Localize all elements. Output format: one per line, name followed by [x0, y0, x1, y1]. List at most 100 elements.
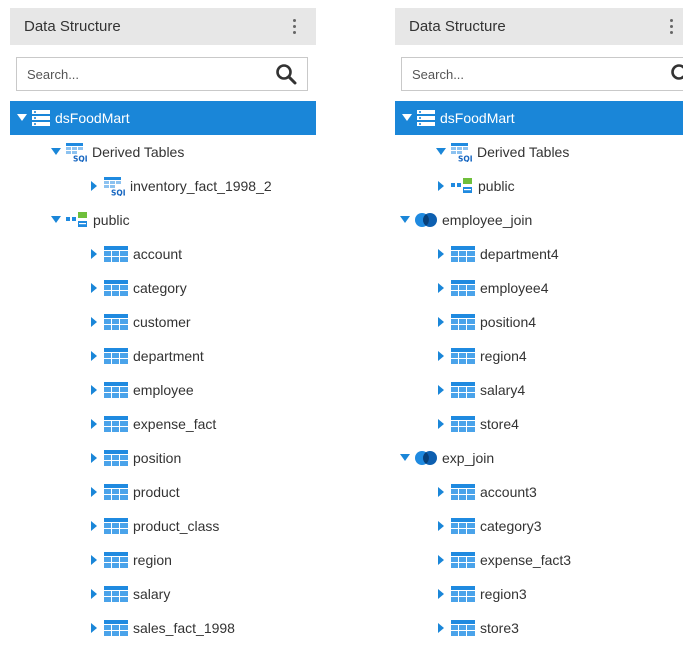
expand-right-caret-icon[interactable] — [88, 316, 100, 328]
expand-right-caret-icon[interactable] — [435, 486, 447, 498]
database-icon — [417, 110, 435, 126]
expand-right-caret-icon[interactable] — [88, 554, 100, 566]
tree-node-table[interactable]: employee4 — [395, 271, 683, 305]
tree-item-label: employee4 — [480, 280, 549, 296]
expand-right-caret-icon[interactable] — [88, 486, 100, 498]
svg-text:SQL: SQL — [111, 188, 125, 196]
tree-node-table[interactable]: department4 — [395, 237, 683, 271]
tree-node-table[interactable]: region — [10, 543, 316, 577]
expand-right-caret-icon[interactable] — [88, 350, 100, 362]
tree-node-table[interactable]: product_class — [10, 509, 316, 543]
expand-down-caret-icon[interactable] — [435, 146, 447, 158]
table-icon — [104, 484, 128, 500]
tree-node-table[interactable]: expense_fact3 — [395, 543, 683, 577]
tree-node-sql-table[interactable]: SQL inventory_fact_1998_2 — [10, 169, 316, 203]
search-box — [16, 57, 308, 91]
more-options-icon[interactable] — [665, 17, 677, 37]
tree-item-label: dsFoodMart — [55, 110, 130, 126]
tree-node-schema[interactable]: public — [395, 169, 683, 203]
tree-node-join[interactable]: exp_join — [395, 441, 683, 475]
panel-header: Data Structure — [10, 8, 316, 45]
expand-right-caret-icon[interactable] — [88, 452, 100, 464]
expand-right-caret-icon[interactable] — [435, 622, 447, 634]
tree-node-table[interactable]: employee — [10, 373, 316, 407]
tree-item-label: region3 — [480, 586, 527, 602]
tree-node-table[interactable]: account — [10, 237, 316, 271]
data-tree: dsFoodMart SQL Derived Tables SQL inventory_… — [10, 101, 316, 645]
expand-down-caret-icon[interactable] — [399, 214, 411, 226]
tree-item-label: region — [133, 552, 172, 568]
expand-right-caret-icon[interactable] — [435, 180, 447, 192]
expand-right-caret-icon[interactable] — [435, 520, 447, 532]
search-input[interactable] — [17, 58, 275, 90]
tree-node-table[interactable]: region4 — [395, 339, 683, 373]
tree-node-table[interactable]: product — [10, 475, 316, 509]
tree-node-table[interactable]: department — [10, 339, 316, 373]
tree-item-label: store3 — [480, 620, 519, 636]
expand-right-caret-icon[interactable] — [88, 248, 100, 260]
data-structure-panel-right: Data Structure dsFoodMart SQL Derived Tabl… — [395, 8, 683, 654]
table-icon — [104, 518, 128, 534]
search-icon[interactable] — [670, 63, 683, 85]
tree-item-label: position4 — [480, 314, 537, 330]
tree-node-derived-tables[interactable]: SQL Derived Tables — [395, 135, 683, 169]
tree-item-label: account3 — [480, 484, 537, 500]
tree-node-table[interactable]: category3 — [395, 509, 683, 543]
expand-right-caret-icon[interactable] — [435, 350, 447, 362]
expand-right-caret-icon[interactable] — [88, 418, 100, 430]
table-icon — [104, 416, 128, 432]
sql-table-icon: SQL — [104, 176, 125, 196]
tree-node-table[interactable]: sales_fact_1998 — [10, 611, 316, 645]
table-icon — [451, 416, 475, 432]
expand-down-caret-icon[interactable] — [50, 146, 62, 158]
expand-down-caret-icon[interactable] — [50, 214, 62, 226]
tree-item-label: position — [133, 450, 182, 466]
tree-node-table[interactable]: store3 — [395, 611, 683, 645]
expand-right-caret-icon[interactable] — [435, 384, 447, 396]
expand-down-caret-icon[interactable] — [401, 112, 413, 124]
tree-node-table[interactable]: salary4 — [395, 373, 683, 407]
tree-item-label: inventory_fact_1998_2 — [130, 178, 272, 194]
tree-node-table[interactable]: category — [10, 271, 316, 305]
tree-node-join[interactable]: employee_join — [395, 203, 683, 237]
tree-node-derived-tables[interactable]: SQL Derived Tables — [10, 135, 316, 169]
tree-node-schema[interactable]: public — [10, 203, 316, 237]
tree-item-label: account — [133, 246, 183, 262]
tree-node-table[interactable]: store4 — [395, 407, 683, 441]
expand-right-caret-icon[interactable] — [435, 554, 447, 566]
tree-item-label: department — [133, 348, 204, 364]
sql-table-icon: SQL — [451, 142, 472, 162]
expand-right-caret-icon[interactable] — [88, 622, 100, 634]
tree-item-label: salary4 — [480, 382, 526, 398]
expand-right-caret-icon[interactable] — [88, 180, 100, 192]
tree-item-label: store4 — [480, 416, 519, 432]
tree-item-label: employee_join — [442, 212, 533, 228]
tree-item-label: expense_fact3 — [480, 552, 572, 568]
data-structure-panel-left: Data Structure dsFoodMart SQL Derived Tabl… — [10, 8, 316, 654]
schema-icon — [66, 212, 88, 228]
more-options-icon[interactable] — [288, 17, 300, 37]
tree-node-table[interactable]: salary — [10, 577, 316, 611]
expand-right-caret-icon[interactable] — [88, 588, 100, 600]
search-input[interactable] — [402, 58, 670, 90]
tree-node-table[interactable]: region3 — [395, 577, 683, 611]
expand-right-caret-icon[interactable] — [88, 282, 100, 294]
tree-node-datasource[interactable]: dsFoodMart — [10, 101, 316, 135]
expand-right-caret-icon[interactable] — [435, 316, 447, 328]
tree-node-table[interactable]: position — [10, 441, 316, 475]
tree-node-table[interactable]: customer — [10, 305, 316, 339]
expand-down-caret-icon[interactable] — [399, 452, 411, 464]
tree-item-label: Derived Tables — [92, 144, 185, 160]
search-icon[interactable] — [275, 63, 297, 85]
tree-node-table[interactable]: expense_fact — [10, 407, 316, 441]
tree-node-datasource[interactable]: dsFoodMart — [395, 101, 683, 135]
expand-right-caret-icon[interactable] — [88, 520, 100, 532]
expand-right-caret-icon[interactable] — [435, 418, 447, 430]
expand-right-caret-icon[interactable] — [435, 248, 447, 260]
tree-node-table[interactable]: account3 — [395, 475, 683, 509]
expand-right-caret-icon[interactable] — [435, 588, 447, 600]
expand-down-caret-icon[interactable] — [16, 112, 28, 124]
expand-right-caret-icon[interactable] — [435, 282, 447, 294]
expand-right-caret-icon[interactable] — [88, 384, 100, 396]
tree-node-table[interactable]: position4 — [395, 305, 683, 339]
